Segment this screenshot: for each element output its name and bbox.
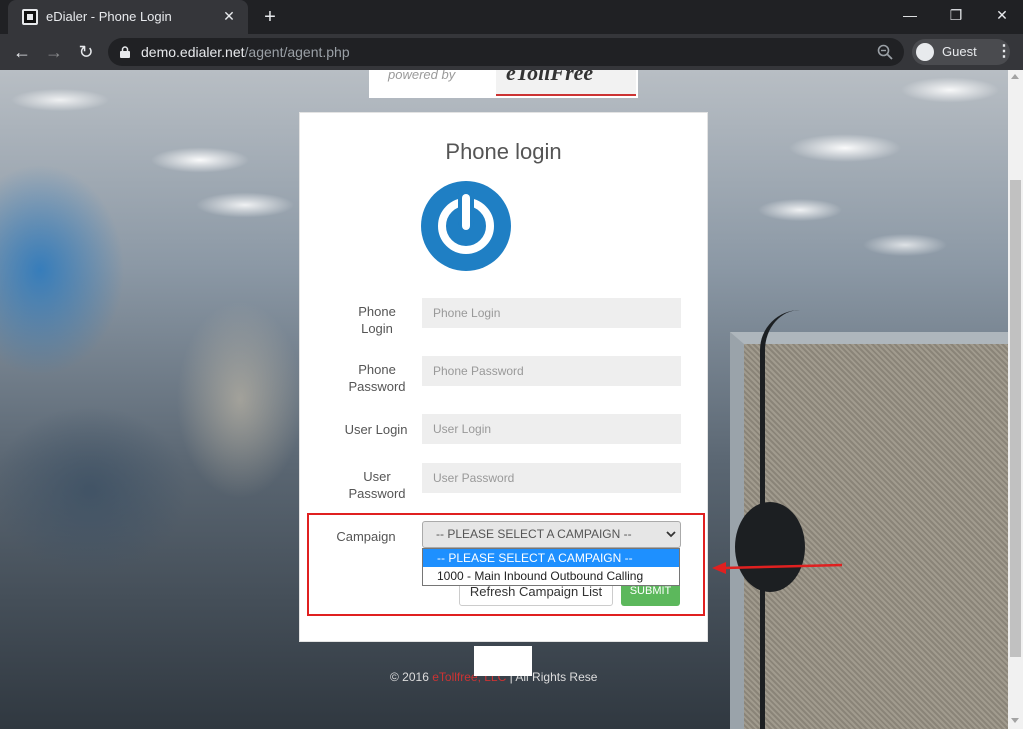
page-scrollbar[interactable]	[1008, 70, 1023, 729]
zoom-icon[interactable]	[876, 43, 894, 61]
user-password-label: User Password	[348, 469, 406, 501]
powered-by-banner: powered by eTollFree	[369, 70, 638, 98]
scroll-thumb[interactable]	[1010, 180, 1021, 657]
page-title: Phone login	[445, 139, 562, 164]
user-login-label: User Login	[344, 422, 408, 437]
scroll-up-icon[interactable]	[1011, 74, 1019, 79]
browser-toolbar: ← → ↻ demo.edialer.net/agent/agent.php G…	[0, 34, 1023, 70]
browser-tab[interactable]: eDialer - Phone Login ✕	[8, 0, 248, 34]
phone-password-label: Phone Password	[348, 362, 406, 394]
user-login-input[interactable]	[422, 414, 681, 444]
lock-icon	[120, 46, 130, 58]
forward-arrow-icon[interactable]: →	[41, 39, 67, 65]
phone-login-input[interactable]	[422, 298, 681, 328]
user-password-input[interactable]	[422, 463, 681, 493]
background-headset	[735, 502, 805, 592]
annotation-highlight-box	[307, 513, 705, 616]
browser-menu-icon[interactable]: ⋮	[996, 41, 1012, 63]
new-tab-icon[interactable]: +	[258, 5, 282, 29]
scroll-down-icon[interactable]	[1011, 718, 1019, 723]
copyright-prefix: © 2016	[390, 670, 433, 684]
url-path: /agent/agent.php	[244, 44, 350, 60]
phone-login-label: Phone Login	[358, 304, 396, 336]
url-host: demo.edialer.net	[141, 44, 245, 60]
page-viewport: powered by eTollFree Phone login Phone L…	[0, 70, 1008, 729]
power-logo-stem	[462, 194, 470, 230]
tab-strip: eDialer - Phone Login ✕ + — ❐ ✕	[0, 0, 1023, 34]
url-text: demo.edialer.net/agent/agent.php	[141, 44, 350, 60]
annotation-arrow-icon	[712, 562, 843, 574]
etollfree-logo: eTollFree	[496, 70, 636, 96]
tab-close-icon[interactable]: ✕	[220, 7, 238, 25]
reload-icon[interactable]: ↻	[73, 39, 99, 65]
footer-logo	[474, 646, 532, 676]
restore-icon[interactable]: ❐	[933, 0, 979, 32]
profile-name: Guest	[942, 44, 977, 59]
favicon-icon	[22, 9, 38, 25]
back-arrow-icon[interactable]: ←	[9, 39, 35, 65]
guest-avatar-icon	[916, 43, 934, 61]
powered-by-text: powered by	[388, 70, 456, 82]
minimize-icon[interactable]: —	[887, 0, 933, 32]
address-bar[interactable]: demo.edialer.net/agent/agent.php	[108, 38, 904, 66]
window-close-icon[interactable]: ✕	[979, 0, 1023, 32]
phone-password-input[interactable]	[422, 356, 681, 386]
etollfree-logo-text: eTollFree	[506, 70, 594, 85]
power-logo-icon	[421, 181, 511, 271]
tab-title: eDialer - Phone Login	[46, 9, 172, 24]
